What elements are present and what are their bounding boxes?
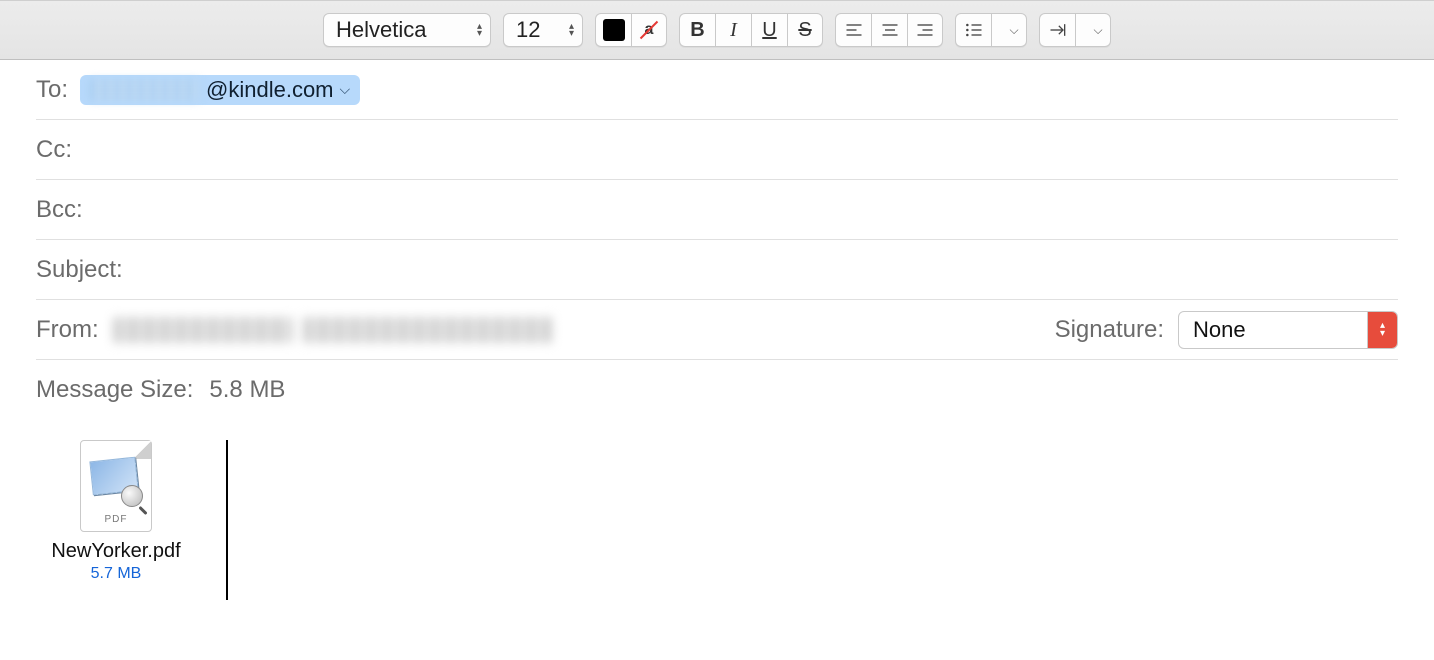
list-style-dropdown[interactable]: ⌵ (991, 13, 1027, 47)
no-highlight-button[interactable]: a (631, 13, 667, 47)
subject-label: Subject: (36, 256, 123, 284)
underline-icon: U (762, 19, 776, 42)
attachment[interactable]: PDF NewYorker.pdf 5.7 MB (36, 440, 196, 583)
align-left-icon (844, 20, 864, 40)
color-group: a (595, 13, 667, 47)
bcc-row[interactable]: Bcc: (36, 180, 1398, 240)
chevron-down-icon: ⌵ (1093, 23, 1102, 38)
recipient-token[interactable]: @kindle.com ⌵ (80, 75, 360, 105)
cc-label: Cc: (36, 136, 72, 164)
text-color-swatch-icon (603, 19, 625, 41)
no-highlight-icon: a (638, 19, 660, 41)
from-email-redacted (303, 317, 553, 343)
align-center-button[interactable] (871, 13, 907, 47)
bullet-list-button[interactable] (955, 13, 991, 47)
underline-button[interactable]: U (751, 13, 787, 47)
bold-button[interactable]: B (679, 13, 715, 47)
to-row[interactable]: To: @kindle.com ⌵ (36, 60, 1398, 120)
to-field[interactable]: @kindle.com ⌵ (80, 75, 1398, 105)
message-size-row: Message Size: 5.8 MB (36, 360, 1398, 420)
message-size-label: Message Size: (36, 376, 193, 404)
attachment-filename: NewYorker.pdf (36, 540, 196, 563)
bcc-label: Bcc: (36, 196, 83, 224)
formatting-toolbar: Helvetica ▴▾ 12 ▴▾ a B I U S (0, 0, 1434, 60)
indent-icon (1048, 20, 1068, 40)
subject-row[interactable]: Subject: (36, 240, 1398, 300)
recipient-domain: @kindle.com (206, 77, 334, 103)
align-center-icon (880, 20, 900, 40)
font-family-value: Helvetica (336, 17, 426, 43)
strikethrough-button[interactable]: S (787, 13, 823, 47)
from-label: From: (36, 316, 99, 344)
italic-icon: I (730, 19, 737, 42)
indent-button[interactable] (1039, 13, 1075, 47)
signature-value: None (1193, 317, 1246, 343)
chevron-down-icon: ⌵ (1009, 23, 1018, 38)
attachment-filesize: 5.7 MB (36, 565, 196, 583)
text-color-button[interactable] (595, 13, 631, 47)
message-body[interactable]: PDF NewYorker.pdf 5.7 MB (0, 420, 1434, 620)
font-size-select[interactable]: 12 ▴▾ (503, 13, 583, 47)
chevron-down-icon[interactable]: ⌵ (340, 81, 351, 98)
indent-group: ⌵ (1039, 13, 1111, 47)
align-left-button[interactable] (835, 13, 871, 47)
pdf-file-icon: PDF (80, 440, 152, 532)
signature-block: Signature: None ▴▾ (1055, 311, 1398, 349)
text-style-group: B I U S (679, 13, 823, 47)
file-type-label: PDF (81, 514, 151, 525)
bold-icon: B (690, 19, 704, 42)
to-label: To: (36, 76, 68, 104)
list-group: ⌵ (955, 13, 1027, 47)
from-name-redacted (113, 317, 293, 343)
text-cursor (226, 440, 228, 600)
message-headers: To: @kindle.com ⌵ Cc: Bcc: Subject: From… (0, 60, 1434, 420)
italic-button[interactable]: I (715, 13, 751, 47)
alignment-group (835, 13, 943, 47)
align-right-icon (915, 20, 935, 40)
strikethrough-icon: S (798, 19, 811, 42)
stepper-arrows-icon: ▴▾ (569, 23, 574, 37)
signature-label: Signature: (1055, 316, 1164, 344)
from-row: From: Signature: None ▴▾ (36, 300, 1398, 360)
redacted-local-part (90, 79, 200, 101)
stepper-arrows-icon: ▴▾ (1367, 311, 1397, 349)
cc-row[interactable]: Cc: (36, 120, 1398, 180)
stepper-arrows-icon: ▴▾ (477, 23, 482, 37)
font-family-select[interactable]: Helvetica ▴▾ (323, 13, 491, 47)
message-size-value: 5.8 MB (209, 376, 285, 404)
indent-dropdown[interactable]: ⌵ (1075, 13, 1111, 47)
signature-select[interactable]: None ▴▾ (1178, 311, 1398, 349)
align-right-button[interactable] (907, 13, 943, 47)
bullet-list-icon (964, 20, 984, 40)
font-size-value: 12 (516, 17, 540, 43)
